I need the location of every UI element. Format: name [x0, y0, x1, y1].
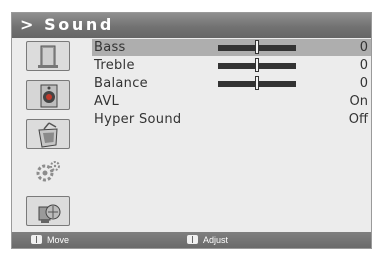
setup-icon — [36, 161, 60, 182]
sidebar-item-setup[interactable] — [26, 156, 70, 186]
setting-label: Balance — [94, 76, 148, 91]
setting-value: 0 — [359, 58, 368, 73]
title-bar: > Sound — [12, 13, 371, 39]
adjust-hint-label: Adjust — [203, 235, 229, 245]
menu-row-treble[interactable]: Treble 0 — [92, 57, 371, 74]
setting-value: On — [349, 94, 368, 109]
setting-label: Bass — [94, 40, 126, 55]
menu-row-balance[interactable]: Balance 0 — [92, 75, 371, 92]
setting-value: 0 — [359, 76, 368, 91]
page-title: > Sound — [20, 15, 114, 34]
balance-slider[interactable] — [218, 76, 296, 90]
adjust-hint: Adjust — [187, 232, 228, 248]
setting-label: AVL — [94, 94, 120, 109]
slider-thumb[interactable] — [255, 76, 259, 90]
setting-value: 0 — [359, 40, 368, 55]
setting-label: Hyper Sound — [94, 112, 182, 127]
category-sidebar — [12, 38, 92, 233]
updown-key-icon — [31, 235, 42, 245]
menu-row-hyper-sound[interactable]: Hyper Sound Off — [92, 111, 371, 128]
sound-settings-list: Bass 0 Treble 0 Balance 0 AVL On Hyper S… — [92, 38, 371, 233]
picture-icon — [38, 45, 58, 68]
setting-label: Treble — [94, 58, 135, 73]
bass-slider[interactable] — [218, 40, 296, 54]
treble-slider[interactable] — [218, 58, 296, 72]
slider-thumb[interactable] — [255, 40, 259, 54]
sidebar-item-channel[interactable] — [26, 119, 70, 149]
status-bar: Move Adjust — [12, 232, 371, 248]
sound-icon — [40, 84, 58, 108]
channel-icon — [38, 122, 58, 148]
move-hint: Move — [31, 232, 69, 248]
slider-thumb[interactable] — [255, 58, 259, 72]
sound-menu-window: > Sound Bass 0 Treble 0 Balance 0 AVL On… — [11, 12, 372, 249]
sidebar-item-input[interactable] — [26, 196, 70, 226]
leftright-key-icon — [187, 235, 198, 245]
menu-row-bass[interactable]: Bass 0 — [92, 39, 371, 56]
menu-row-avl[interactable]: AVL On — [92, 93, 371, 110]
sidebar-item-picture[interactable] — [26, 41, 70, 71]
move-hint-label: Move — [47, 235, 70, 245]
setting-value: Off — [348, 112, 368, 127]
sidebar-item-sound[interactable] — [26, 80, 70, 110]
input-icon — [38, 204, 61, 223]
